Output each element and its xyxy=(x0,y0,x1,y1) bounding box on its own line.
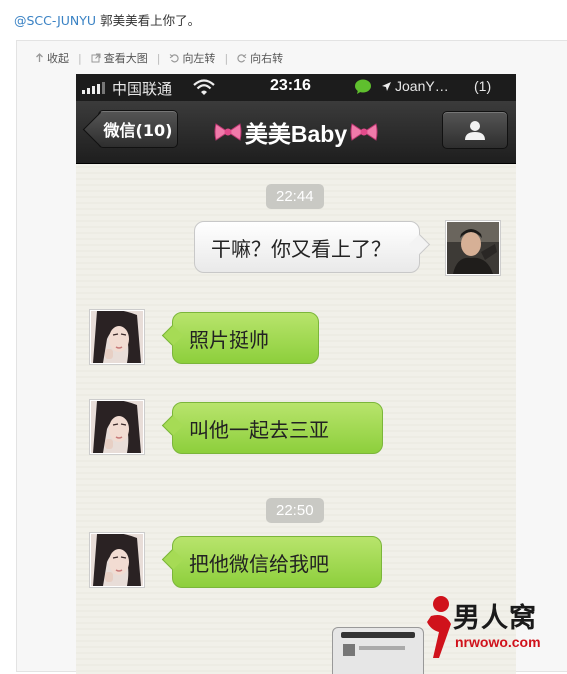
chat-title: 美美Baby xyxy=(206,115,386,149)
toolbar-divider: | xyxy=(224,51,229,65)
back-button[interactable]: 微信(10) xyxy=(98,110,178,148)
avatar-female[interactable] xyxy=(89,399,145,455)
message-text: 干嘛？你又看上了？ xyxy=(211,236,391,261)
post-header: @SCC-JUNYU 郭美美看上你了。 xyxy=(14,10,200,29)
mention-link[interactable]: @SCC-JUNYU xyxy=(14,13,96,28)
signal-bars-icon xyxy=(82,82,105,94)
account-name: JoanY… xyxy=(395,78,449,94)
watermark-title: 男人窝 xyxy=(453,603,537,634)
wechat-icon xyxy=(355,79,371,94)
collapse-button[interactable]: 收起 xyxy=(35,50,69,66)
shared-screenshot-thumbnail[interactable] xyxy=(332,627,424,674)
message-text: 叫他一起去三亚 xyxy=(189,417,329,442)
message-bubble-in[interactable]: 把他微信给我吧 xyxy=(172,536,382,588)
avatar-male[interactable] xyxy=(445,220,501,276)
message-text: 照片挺帅 xyxy=(189,327,269,352)
location-arrow-icon xyxy=(382,82,391,91)
rotate-right-button[interactable]: 向右转 xyxy=(237,50,283,66)
image-toolbar: 收起 | 查看大图 | 向左转 | 向右转 xyxy=(35,50,283,66)
avatar-female[interactable] xyxy=(89,532,145,588)
avatar-female-photo xyxy=(91,534,143,586)
bow-icon xyxy=(350,123,378,141)
status-bar: 中国联通 23:16 JoanY… (1) xyxy=(76,74,516,101)
carrier-label: 中国联通 xyxy=(112,81,173,98)
back-button-label: 微信(10) xyxy=(103,121,173,140)
collapse-label: 收起 xyxy=(47,52,69,65)
external-link-icon xyxy=(91,53,101,63)
rotate-right-label: 向右转 xyxy=(250,52,284,65)
chat-title-text: 美美Baby xyxy=(244,121,348,147)
watermark: 男人窝 nrwowo.com xyxy=(425,594,567,661)
chat-timestamp: 22:50 xyxy=(266,498,324,523)
rotate-left-icon xyxy=(170,54,180,63)
view-large-label: 查看大图 xyxy=(103,52,148,65)
user-silhouette-icon xyxy=(465,121,485,140)
message-text: 把他微信给我吧 xyxy=(189,551,329,576)
wifi-icon xyxy=(193,79,215,95)
watermark-url: nrwowo.com xyxy=(455,634,541,650)
message-bubble-out[interactable]: 干嘛？你又看上了？ xyxy=(194,221,420,273)
rotate-right-icon xyxy=(237,54,247,63)
rotate-left-button[interactable]: 向左转 xyxy=(169,50,215,66)
toolbar-divider: | xyxy=(78,51,82,65)
avatar-male-photo xyxy=(447,222,499,274)
message-bubble-in[interactable]: 叫他一起去三亚 xyxy=(172,402,383,454)
chat-navbar: 微信(10) 美美Baby xyxy=(76,101,516,164)
watermark-logo-icon xyxy=(427,596,451,658)
message-bubble-in[interactable]: 照片挺帅 xyxy=(172,312,319,364)
view-large-button[interactable]: 查看大图 xyxy=(91,50,148,66)
bow-icon xyxy=(214,123,242,141)
collapse-arrow-icon xyxy=(36,53,43,62)
avatar-female-photo xyxy=(91,311,143,363)
toolbar-divider: | xyxy=(156,51,161,65)
avatar-female-photo xyxy=(91,401,143,453)
badge-count: (1) xyxy=(474,78,492,94)
phone-screenshot: 中国联通 23:16 JoanY… (1) 微信(10) 美美Baby 22:4… xyxy=(76,74,516,674)
post-text: 郭美美看上你了。 xyxy=(100,13,201,28)
chat-timestamp: 22:44 xyxy=(266,184,324,209)
profile-button[interactable] xyxy=(442,111,508,149)
rotate-left-label: 向左转 xyxy=(182,52,216,65)
avatar-female[interactable] xyxy=(89,309,145,365)
clock: 23:16 xyxy=(270,77,311,94)
